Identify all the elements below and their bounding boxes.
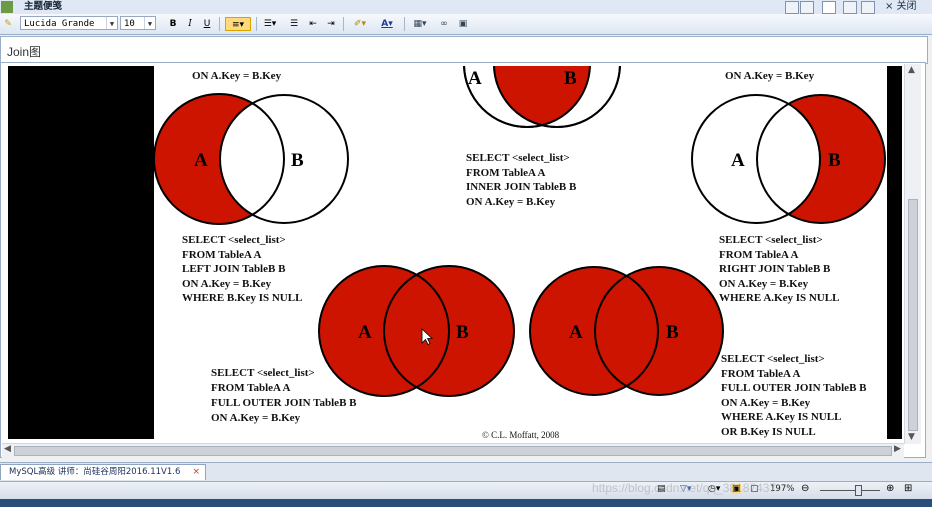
venn-label-b: B — [456, 322, 469, 343]
italic-button[interactable]: I — [184, 17, 196, 31]
zoom-in-icon[interactable]: ⊕ — [886, 483, 894, 494]
font-family-value: Lucida Grande — [24, 19, 95, 29]
venn-label-b: B — [666, 322, 679, 343]
toolbar-separator — [219, 17, 220, 31]
sql-line: FROM TableA A — [719, 249, 799, 261]
font-color-button[interactable]: A▾ — [376, 17, 398, 31]
chevron-down-icon: ▼ — [144, 17, 155, 29]
numbered-list-icon[interactable]: ☰▾ — [261, 17, 279, 31]
sql-line: ON A.Key = B.Key — [725, 70, 815, 82]
chevron-down-icon: ▼ — [106, 17, 117, 29]
venn-label-b: B — [828, 150, 841, 171]
venn-label-a: A — [731, 150, 745, 171]
copyright-text: © C.L. Moffatt, 2008 — [482, 430, 560, 440]
sql-line: SELECT <select_list> — [211, 367, 315, 379]
sql-line: ON A.Key = B.Key — [466, 196, 556, 208]
toolbar-separator — [256, 17, 257, 31]
outdent-icon[interactable]: ⇤ — [306, 17, 320, 31]
sql-line: FULL OUTER JOIN TableB B — [211, 397, 357, 409]
font-size-select[interactable]: 10 ▼ — [120, 16, 156, 30]
full-outer-join-venn: A B — [318, 265, 515, 397]
vertical-scrollbar[interactable]: ▲ ▼ — [904, 64, 921, 444]
sql-line: SELECT <select_list> — [721, 353, 825, 365]
os-taskbar — [0, 499, 932, 507]
sql-line: FULL OUTER JOIN TableB B — [721, 382, 867, 394]
sql-line: FROM TableA A — [182, 249, 262, 261]
sql-line: OR B.Key IS NULL — [721, 426, 816, 438]
sql-line: ON A.Key = B.Key — [721, 397, 811, 409]
scroll-right-icon[interactable]: ▶ — [894, 444, 901, 454]
right-join-null-venn: A B — [691, 94, 886, 224]
sql-line: INNER JOIN TableB B — [466, 181, 577, 193]
scroll-up-icon[interactable]: ▲ — [908, 65, 915, 75]
sql-line: SELECT <select_list> — [466, 152, 570, 164]
sql-line: ON A.Key = B.Key — [182, 278, 272, 290]
sql-line: WHERE A.Key IS NULL — [719, 292, 839, 304]
title-bar: 主题便笺 × 关闭 — [0, 0, 932, 15]
zoom-slider[interactable] — [820, 490, 880, 491]
venn-label-a: A — [468, 68, 482, 89]
fit-page-icon[interactable]: ⊞ — [904, 483, 912, 494]
venn-label-a: A — [194, 150, 208, 171]
sql-line: ON A.Key = B.Key — [192, 70, 282, 82]
tab-mysql-notes[interactable]: MySQL高级 讲师：尚硅谷周阳2016.11V1.6 × — [0, 464, 206, 480]
app-icon — [1, 1, 13, 13]
close-tab-icon[interactable]: × — [192, 465, 200, 480]
edit-icon[interactable] — [843, 1, 857, 14]
font-color-label: A — [381, 19, 389, 29]
left-join-null-venn: A B — [154, 93, 349, 225]
close-button[interactable]: × 关闭 — [885, 0, 917, 14]
toolbar-separator — [404, 17, 405, 31]
venn-label-a: A — [569, 322, 583, 343]
sql-line: WHERE A.Key IS NULL — [721, 411, 841, 423]
sql-line: SELECT <select_list> — [719, 234, 823, 246]
venn-label-b: B — [291, 150, 304, 171]
horizontal-scroll-thumb[interactable] — [14, 446, 892, 456]
scroll-left-icon[interactable]: ◀ — [4, 444, 11, 454]
font-family-select[interactable]: Lucida Grande ▼ — [20, 16, 118, 30]
table-icon[interactable]: ▦▾ — [410, 17, 430, 31]
image-left-border — [8, 66, 154, 439]
zoom-slider-handle[interactable] — [855, 485, 862, 496]
topic-title-bar[interactable]: Join图 — [0, 36, 928, 64]
horizontal-scrollbar[interactable]: ◀ ▶ — [2, 443, 904, 458]
highlight-icon[interactable]: ✐▾ — [349, 17, 371, 31]
sql-line: LEFT JOIN TableB B — [182, 263, 286, 275]
restore-icon[interactable] — [800, 1, 814, 14]
brush-icon[interactable]: ✎ — [2, 17, 14, 31]
section-tab-bar: MySQL高级 讲师：尚硅谷周阳2016.11V1.6 × — [0, 462, 932, 482]
zoom-out-icon[interactable]: ⊖ — [801, 483, 809, 494]
indent-icon[interactable]: ⇥ — [324, 17, 338, 31]
tab-label: MySQL高级 讲师：尚硅谷周阳2016.11V1.6 — [9, 467, 181, 477]
sql-line: ON A.Key = B.Key — [719, 278, 809, 290]
sql-line: RIGHT JOIN TableB B — [719, 263, 831, 275]
format-toolbar: ✎ Lucida Grande ▼ 10 ▼ B I U ≡▾ ☰▾ ☰ ⇤ ⇥… — [0, 14, 932, 35]
bold-button[interactable]: B — [167, 17, 179, 31]
underline-button[interactable]: U — [201, 17, 213, 31]
sql-joins-diagram: A B A B A B A B A B ON A.Key = B.Key ON … — [154, 66, 887, 440]
vertical-scroll-thumb[interactable] — [908, 199, 918, 431]
sql-line: FROM TableA A — [466, 167, 546, 179]
venn-label-a: A — [358, 322, 372, 343]
topic-title[interactable]: Join图 — [7, 43, 41, 60]
font-size-value: 10 — [124, 19, 135, 29]
sql-line: SELECT <select_list> — [182, 234, 286, 246]
link-icon[interactable]: ∞ — [437, 17, 451, 31]
sql-line: WHERE B.Key IS NULL — [182, 292, 302, 304]
sql-line: ON A.Key = B.Key — [211, 412, 301, 424]
sql-line: FROM TableA A — [211, 382, 291, 394]
font-a-icon[interactable] — [822, 1, 836, 14]
watermark-text: https://blog.csdn.net/qq_38187437 — [592, 481, 777, 495]
toolbar-separator — [343, 17, 344, 31]
style-icon[interactable] — [861, 1, 875, 14]
window-title: 主题便笺 — [24, 1, 63, 12]
sql-line: FROM TableA A — [721, 368, 801, 380]
image-icon[interactable]: ▣ — [456, 17, 470, 31]
scroll-down-icon[interactable]: ▼ — [908, 432, 915, 442]
bullet-list-icon[interactable]: ☰ — [287, 17, 301, 31]
image-right-border — [887, 66, 902, 439]
pin-icon[interactable] — [785, 1, 799, 14]
venn-label-b: B — [564, 68, 577, 89]
align-left-button[interactable]: ≡▾ — [225, 17, 251, 31]
